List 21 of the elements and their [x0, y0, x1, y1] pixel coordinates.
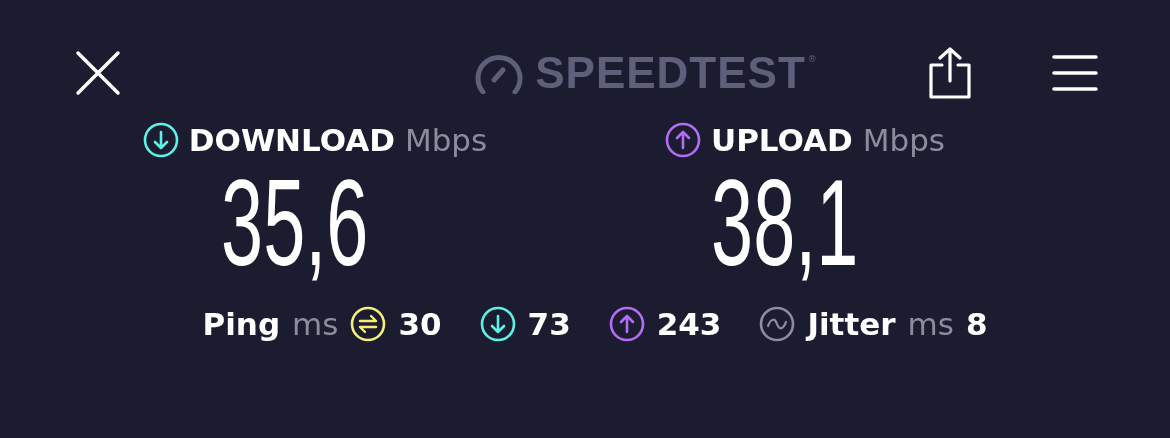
- unit-label: Mbps: [404, 122, 488, 158]
- ping-value: 30: [398, 306, 442, 342]
- unit-label: ms: [292, 306, 339, 342]
- unit-label: ms: [907, 306, 954, 342]
- jitter-value: 8: [965, 306, 988, 342]
- wave-icon: [759, 306, 796, 342]
- close-icon[interactable]: [74, 49, 122, 97]
- result-label: DOWNLOAD: [188, 122, 395, 158]
- two-arrows-icon: [350, 306, 387, 342]
- ping-label: Ping: [202, 306, 281, 342]
- unit-label: Mbps: [862, 122, 946, 158]
- logo-text: SPEEDTEST: [535, 48, 806, 98]
- speed-value: 35,6: [221, 158, 369, 288]
- ping-value: 73: [527, 306, 571, 342]
- jitter-label: Jitter: [807, 306, 896, 342]
- menu-icon[interactable]: [1052, 54, 1098, 92]
- trademark-mark: ®: [807, 54, 817, 64]
- ping-value: 243: [656, 306, 722, 342]
- speed-value: 38,1: [711, 158, 859, 288]
- result-label: UPLOAD: [710, 122, 853, 158]
- share-icon[interactable]: [928, 47, 972, 99]
